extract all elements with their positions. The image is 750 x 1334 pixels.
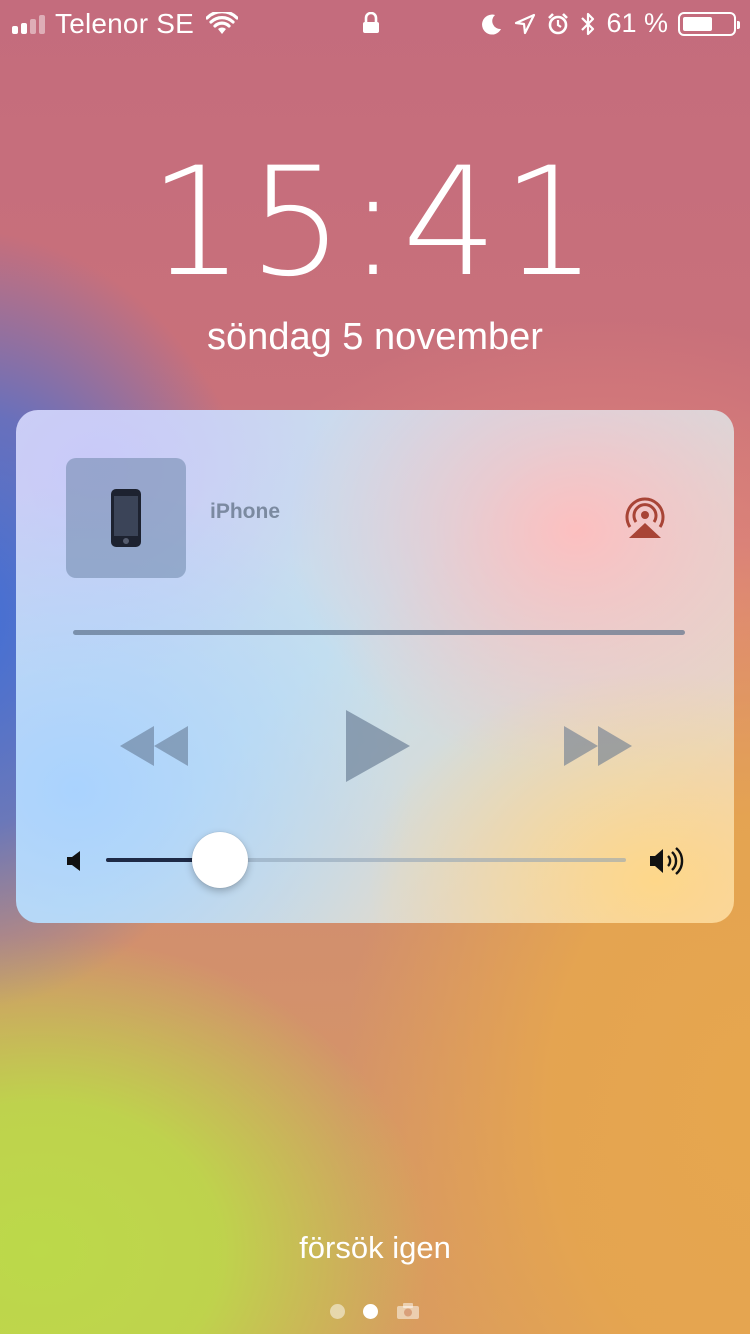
page-indicator	[0, 1302, 750, 1320]
page-dot	[330, 1303, 345, 1319]
status-bar: Telenor SE 61 %	[0, 0, 750, 50]
media-controls-card: iPhone	[16, 410, 734, 923]
iphone-device-icon	[111, 489, 141, 547]
camera-icon[interactable]	[396, 1302, 420, 1320]
volume-low-icon	[67, 851, 80, 871]
signal-icon	[12, 14, 45, 34]
airplay-icon[interactable]	[622, 494, 668, 540]
now-playing-artwork	[66, 458, 186, 578]
rewind-icon[interactable]	[120, 726, 188, 766]
wifi-icon	[205, 12, 238, 34]
volume-slider-thumb[interactable]	[192, 832, 249, 888]
lockscreen-time: 15:41	[148, 136, 602, 310]
output-device-name: iPhone	[210, 500, 281, 523]
playback-scrubber[interactable]	[73, 630, 685, 635]
volume-slider[interactable]	[106, 832, 626, 888]
status-right: 61 %	[480, 8, 740, 39]
location-icon	[515, 13, 536, 34]
bluetooth-icon	[581, 12, 595, 35]
play-icon[interactable]	[346, 710, 410, 782]
retry-label[interactable]: försök igen	[0, 1230, 750, 1266]
status-left: Telenor SE	[12, 8, 238, 40]
moon-icon	[482, 14, 502, 35]
carrier-name: Telenor SE	[55, 8, 194, 39]
forward-icon[interactable]	[564, 726, 632, 766]
volume-high-icon	[650, 847, 684, 875]
battery-percent: 61 %	[606, 8, 668, 38]
alarm-icon	[548, 12, 569, 34]
battery-icon	[678, 11, 740, 36]
lock-icon	[363, 12, 379, 33]
page-dot-active	[363, 1303, 378, 1319]
lockscreen-date: söndag 5 november	[207, 316, 543, 358]
